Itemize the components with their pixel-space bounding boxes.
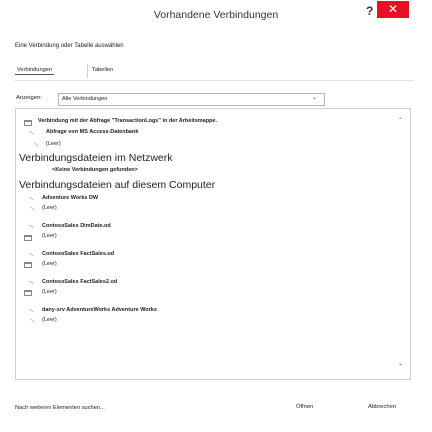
tab-tables[interactable]: Tabellen — [90, 66, 115, 74]
connections-list[interactable]: Verbindung mit der Abfrage "TransactionL… — [15, 108, 411, 380]
table-icon — [24, 262, 32, 268]
open-button[interactable]: Öffnen — [296, 404, 313, 410]
help-button[interactable]: ? — [366, 4, 373, 18]
instruction-text: Eine Verbindung oder Tabelle auswählen — [15, 43, 124, 49]
list-item[interactable]: (Leer) — [42, 289, 57, 295]
list-item[interactable]: Adventure Works DW — [42, 195, 98, 201]
table-icon — [24, 120, 32, 126]
list-item[interactable]: (Leer) — [46, 141, 61, 147]
scroll-down-arrow-icon[interactable]: ⌄ — [398, 360, 403, 367]
tab-divider — [87, 64, 88, 78]
section-network: Verbindungsdateien im Netzwerk — [19, 152, 173, 164]
table-icon — [24, 290, 32, 296]
show-dropdown-value: Alle Verbindungen — [62, 96, 108, 102]
list-item[interactable]: dany-srv AdventureWorks Adventure Works — [42, 307, 157, 313]
cancel-button[interactable]: Abbrechen — [368, 404, 396, 410]
section-local: Verbindungsdateien auf diesem Computer — [19, 179, 216, 191]
find-more-link[interactable]: Nach weiteren Elementen suchen... — [15, 405, 105, 411]
connector-icon — [34, 142, 39, 147]
close-button[interactable]: ✕ — [377, 1, 409, 18]
chevron-down-icon[interactable]: ⌄ — [312, 94, 317, 101]
tab-underline — [15, 80, 414, 81]
list-item[interactable]: (Leer) — [42, 233, 57, 239]
list-item[interactable]: Abfrage von MS Access-Datenbank — [46, 129, 138, 135]
list-item[interactable]: ContosoSales DimDate.od — [42, 223, 111, 229]
list-item[interactable]: Verbindung mit der Abfrage "TransactionL… — [38, 118, 217, 124]
list-item[interactable]: (Leer) — [42, 205, 57, 211]
table-icon — [24, 235, 32, 241]
list-item[interactable]: (Leer) — [42, 261, 57, 267]
connector-icon — [29, 252, 34, 257]
connector-icon — [29, 308, 34, 313]
connector-icon — [30, 318, 35, 323]
tab-connections[interactable]: Verbindungen — [15, 66, 55, 75]
list-item: <Keine Verbindungen gefunden> — [52, 167, 138, 173]
connector-icon — [30, 206, 35, 211]
scroll-up-arrow-icon[interactable]: ⌃ — [398, 117, 403, 124]
list-item[interactable]: (Leer) — [42, 317, 57, 323]
connector-icon — [29, 224, 34, 229]
connector-icon — [29, 130, 34, 135]
list-item[interactable]: ContosoSales FactSales2.od — [42, 279, 117, 285]
list-item[interactable]: ContosoSales FactSales.od — [42, 251, 114, 257]
connector-icon — [29, 280, 34, 285]
connector-icon — [29, 196, 34, 201]
show-label: Anzeigen: — [16, 95, 42, 101]
